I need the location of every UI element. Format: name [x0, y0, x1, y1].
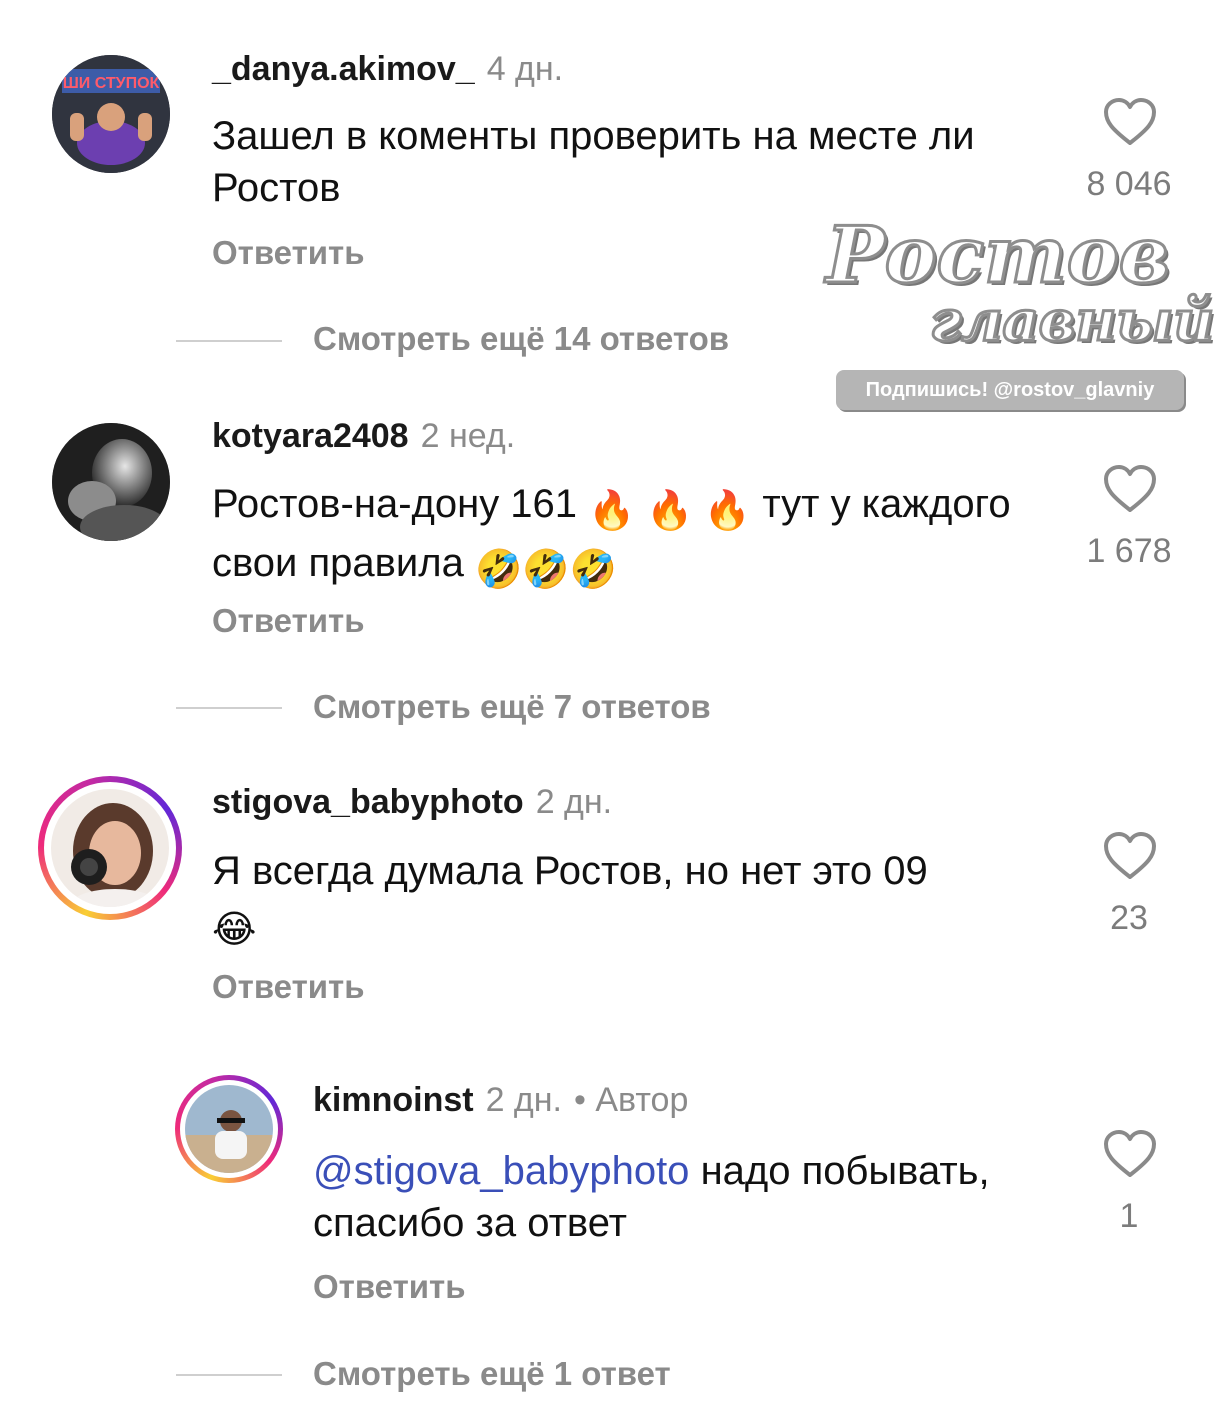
mention-link[interactable]: @stigova_babyphoto [313, 1149, 689, 1193]
username-text[interactable]: _danya.akimov_ [212, 50, 475, 88]
divider-line [176, 1374, 282, 1376]
like-count: 1 [1119, 1197, 1139, 1235]
heart-outline-icon[interactable] [1102, 830, 1158, 882]
reply-button[interactable]: Ответить [212, 602, 365, 640]
divider-line [176, 340, 282, 342]
watermark-subscribe: Подпишись! @rostov_glavniy [836, 370, 1184, 410]
reply-button[interactable]: Ответить [313, 1268, 466, 1306]
avatar-danya-akimov[interactable]: ШИ СТУПОК [52, 55, 170, 173]
comment-text: Я всегда думала Ростов, но нет это 09 😂 [212, 845, 1072, 956]
comment-time: 4 дн. [486, 50, 564, 88]
tears-of-joy-emoji: 😂 [212, 909, 257, 951]
comment-text: Ростов-на-дону 161 🔥 🔥 🔥 тут у каждого с… [212, 478, 1052, 596]
username-text[interactable]: stigova_babyphoto [212, 783, 524, 821]
comment-username[interactable]: stigova_babyphoto 2 дн. [212, 783, 612, 822]
reply-time: 2 дн. [485, 1081, 562, 1119]
reply-button[interactable]: Ответить [212, 234, 365, 272]
avatar-image [185, 1085, 273, 1173]
like-count: 1 678 [1086, 532, 1172, 570]
comment-username[interactable]: kotyara2408 2 нед. [212, 417, 515, 456]
comment-text: Зашел в коменты проверить на месте ли Ро… [212, 114, 975, 210]
view-more-replies-button[interactable]: Смотреть ещё 7 ответов [313, 688, 711, 726]
avatar-image [51, 789, 169, 907]
comment-text-body: Я всегда думала Ростов, но нет это 09 [212, 849, 928, 893]
laugh-emojis: 🤣🤣🤣 [474, 549, 617, 591]
reply-username[interactable]: kimnoinst 2 дн. • Автор [313, 1081, 688, 1120]
fire-emojis: 🔥 🔥 🔥 [588, 490, 752, 532]
avatar-stigova-babyphoto[interactable] [38, 776, 182, 920]
avatar-logo-text: ШИ СТУПОК [63, 75, 160, 92]
view-more-replies-button[interactable]: Смотреть ещё 1 ответ [313, 1355, 671, 1393]
view-more-replies-button[interactable]: Смотреть ещё 14 ответов [313, 320, 729, 358]
avatar-image: ШИ СТУПОК [52, 55, 170, 173]
avatar-image [52, 423, 170, 541]
username-text[interactable]: kimnoinst [313, 1081, 474, 1119]
username-text[interactable]: kotyara2408 [212, 417, 409, 455]
watermark-logo: Ростов главный Подпишись! @rostov_glavni… [822, 209, 1216, 420]
avatar-kotyara2408[interactable] [52, 423, 170, 541]
watermark-subtitle: главный [928, 287, 1215, 356]
reply-button[interactable]: Ответить [212, 968, 365, 1006]
comment-username[interactable]: _danya.akimov_ 4 дн. [212, 50, 563, 89]
like-count: 23 [1110, 899, 1148, 937]
like-count: 8 046 [1086, 165, 1172, 203]
heart-outline-icon[interactable] [1102, 1128, 1158, 1180]
author-badge: • Автор [574, 1081, 689, 1119]
comment-text-prefix: Ростов-на-дону 161 [212, 482, 578, 526]
heart-outline-icon[interactable] [1102, 96, 1158, 148]
comment-time: 2 нед. [420, 417, 516, 455]
comment-time: 2 дн. [535, 783, 613, 821]
avatar-kimnoinst[interactable] [175, 1075, 283, 1183]
reply-text: @stigova_babyphoto надо побывать, спасиб… [313, 1145, 1013, 1249]
heart-outline-icon[interactable] [1102, 463, 1158, 515]
divider-line [176, 707, 282, 709]
